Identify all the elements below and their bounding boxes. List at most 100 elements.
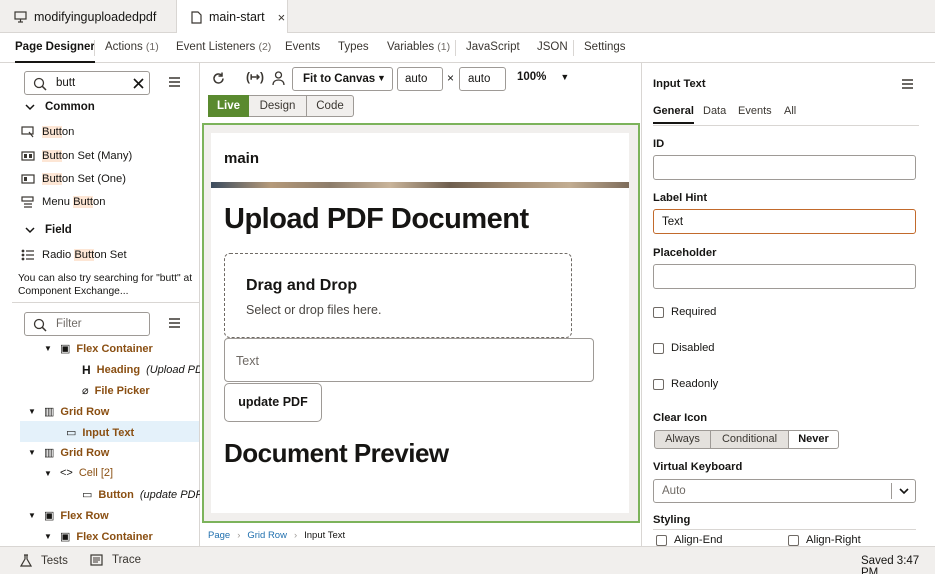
styling-divider: [653, 529, 916, 530]
tab-settings[interactable]: Settings: [584, 33, 626, 63]
caret-down-icon: ▼: [28, 407, 36, 416]
refresh-icon[interactable]: [211, 71, 226, 86]
label-hint-field[interactable]: Text: [653, 209, 916, 234]
virtual-keyboard-select[interactable]: Auto: [653, 479, 916, 503]
tree-node-cell[interactable]: ▼ <> Cell [2]: [44, 467, 113, 479]
breadcrumb-separator-icon: ›: [237, 530, 241, 541]
breadcrumb-grid-row[interactable]: Grid Row: [247, 530, 287, 541]
search-icon: [33, 318, 47, 332]
tree-node-file-picker[interactable]: ⌀ File Picker: [82, 384, 150, 398]
prop-tab-general[interactable]: General: [653, 105, 694, 124]
component-menu-button[interactable]: Menu Button: [21, 196, 105, 208]
clear-icon-label: Clear Icon: [653, 412, 708, 424]
variables-icon[interactable]: (↦): [246, 70, 264, 84]
caret-down-icon: ▼: [44, 468, 52, 478]
component-radio-button-set[interactable]: Radio Button Set: [21, 249, 127, 261]
tab-types[interactable]: Types: [338, 33, 369, 63]
file-tab-modifyinguploadedpdf[interactable]: modifyinguploadedpdf: [0, 0, 176, 33]
caret-down-icon: ▼: [44, 344, 52, 353]
checkbox-box: [653, 378, 664, 390]
document-preview-heading: Document Preview: [224, 438, 449, 468]
component-search-input[interactable]: butt: [24, 71, 150, 95]
tree-node-grid-row[interactable]: ▼ ▥ Grid Row: [28, 405, 109, 419]
align-right-checkbox[interactable]: Align-Right: [788, 534, 861, 546]
clear-search-icon[interactable]: [133, 78, 144, 89]
checkbox-box: [656, 534, 667, 546]
section-common[interactable]: Common: [25, 101, 95, 113]
file-tab-bar: modifyinguploadedpdf main-start ×: [0, 0, 935, 34]
tab-events[interactable]: Events: [285, 33, 320, 63]
mode-design-button[interactable]: Design: [249, 95, 307, 117]
caret-down-icon: ▼: [377, 73, 386, 83]
align-end-checkbox[interactable]: Align-End: [656, 534, 723, 546]
clear-icon-always[interactable]: Always: [654, 430, 711, 449]
text-input-preview[interactable]: Text: [224, 338, 594, 382]
file-tab-main-start[interactable]: main-start ×: [176, 0, 288, 34]
tree-node-heading[interactable]: H Heading (Upload PDF: [82, 363, 210, 377]
breadcrumb-input-text: Input Text: [304, 530, 346, 541]
times-separator: ×: [447, 71, 455, 85]
mode-code-button[interactable]: Code: [307, 95, 354, 117]
dropzone-subtitle: Select or drop files here.: [246, 303, 382, 317]
caret-down-icon: ▼: [28, 448, 36, 457]
hamburger-menu-icon[interactable]: [169, 318, 180, 328]
document-icon: [191, 10, 202, 24]
prop-tab-all[interactable]: All: [784, 105, 796, 117]
section-field[interactable]: Field: [25, 224, 72, 236]
virtual-keyboard-label: Virtual Keyboard: [653, 461, 743, 473]
canvas-width-input[interactable]: auto: [397, 67, 443, 91]
disabled-checkbox[interactable]: Disabled: [653, 342, 715, 354]
component-button-set-many[interactable]: Button Set (Many): [21, 150, 132, 162]
readonly-checkbox[interactable]: Readonly: [653, 378, 718, 390]
breadcrumb-separator-icon: ›: [293, 530, 298, 541]
clear-icon-never[interactable]: Never: [788, 430, 839, 449]
structure-filter-input[interactable]: Filter: [24, 312, 150, 336]
tab-page-designer[interactable]: Page Designer: [15, 33, 95, 63]
tab-divider: [94, 40, 95, 56]
button-cursor-icon: ▭: [82, 489, 93, 501]
prop-tab-data[interactable]: Data: [703, 105, 726, 117]
user-icon[interactable]: [272, 71, 285, 86]
tree-node-flex-row[interactable]: ▼ ▣ Flex Row: [28, 509, 109, 523]
grid-row-icon: ▥: [44, 406, 55, 418]
id-field[interactable]: [653, 155, 916, 180]
trace-button[interactable]: Trace: [90, 554, 141, 566]
tab-javascript[interactable]: JavaScript: [466, 33, 520, 63]
tab-actions[interactable]: Actions (1): [105, 33, 159, 63]
flex-container-icon: ▣: [60, 343, 71, 355]
button-set-icon: [21, 174, 35, 184]
prop-tab-events[interactable]: Events: [738, 105, 772, 117]
tab-event-listeners[interactable]: Event Listeners (2): [176, 33, 271, 63]
code-brackets-icon: <>: [60, 467, 73, 479]
update-pdf-button[interactable]: update PDF: [224, 383, 322, 422]
page-banner-image: [211, 182, 629, 188]
canvas-height-input[interactable]: auto: [459, 67, 506, 91]
placeholder-field[interactable]: [653, 264, 916, 289]
tree-node-grid-row[interactable]: ▼ ▥ Grid Row: [28, 446, 109, 460]
tab-variables[interactable]: Variables (1): [387, 33, 450, 63]
hamburger-menu-icon[interactable]: [902, 79, 913, 89]
button-cursor-icon: [21, 126, 34, 138]
file-picker-dropzone[interactable]: Drag and Drop Select or drop files here.: [224, 253, 572, 338]
component-button-set-one[interactable]: Button Set (One): [21, 173, 126, 185]
fit-to-canvas-select[interactable]: Fit to Canvas ▼: [292, 67, 393, 91]
tab-json[interactable]: JSON: [537, 33, 568, 63]
mode-live-button[interactable]: Live: [208, 95, 249, 117]
zoom-select[interactable]: 100% ▼: [517, 71, 569, 84]
tree-node-input-text[interactable]: ▭ Input Text: [66, 426, 134, 440]
breadcrumb-page[interactable]: Page: [208, 530, 230, 541]
tests-button[interactable]: Tests: [20, 554, 68, 567]
close-icon[interactable]: ×: [278, 10, 286, 25]
required-checkbox[interactable]: Required: [653, 306, 716, 318]
heading-icon: H: [82, 363, 91, 377]
component-button[interactable]: Button: [21, 126, 74, 138]
trace-icon: [90, 554, 103, 566]
tree-node-button[interactable]: ▭ Button (update PDF): [82, 488, 206, 502]
styling-label: Styling: [653, 514, 691, 526]
tree-node-flex-container[interactable]: ▼ ▣ Flex Container: [44, 530, 153, 544]
hamburger-menu-icon[interactable]: [169, 77, 180, 87]
clear-icon-conditional[interactable]: Conditional: [710, 430, 789, 449]
tree-node-flex-container[interactable]: ▼ ▣ Flex Container: [44, 342, 153, 356]
component-exchange-hint: You can also try searching for "butt" at…: [18, 273, 193, 297]
desktop-icon: [14, 10, 27, 23]
